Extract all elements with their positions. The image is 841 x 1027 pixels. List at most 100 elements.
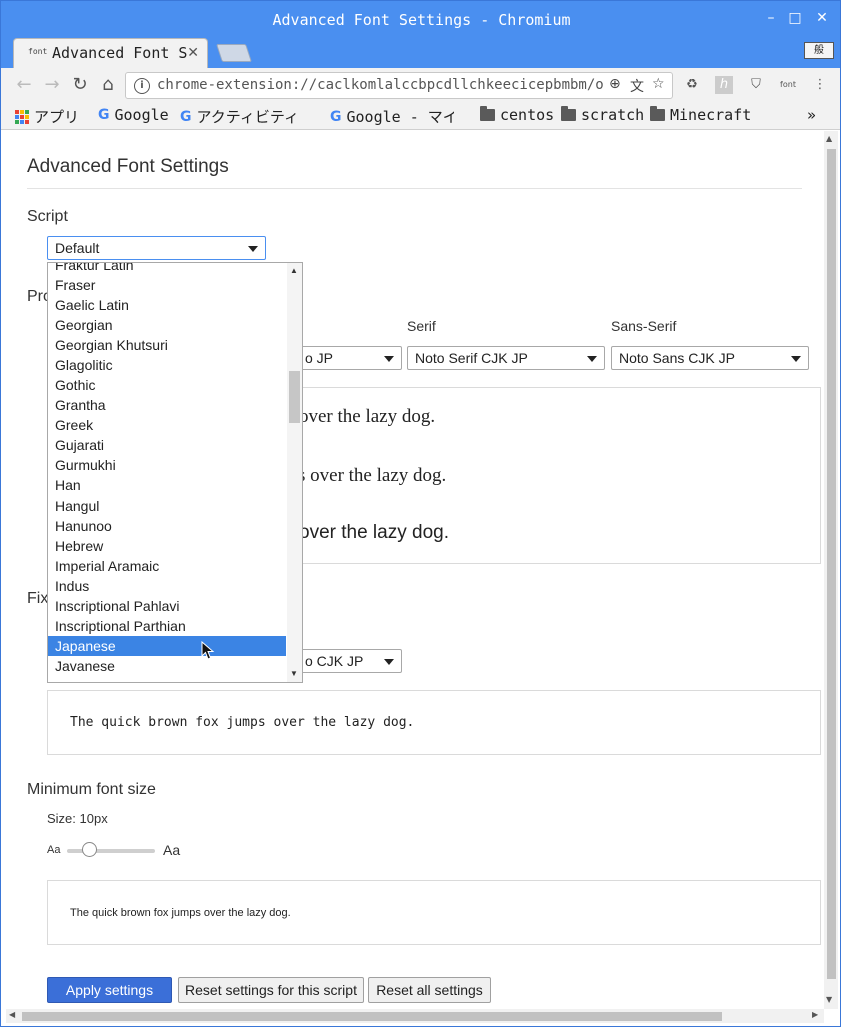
ime-indicator[interactable]: 般 <box>804 42 834 59</box>
dropdown-option[interactable]: Inscriptional Parthian <box>48 616 286 636</box>
dropdown-option[interactable]: Javanese <box>48 656 286 676</box>
bookmark-folder-minecraft[interactable]: Minecraft <box>650 106 751 124</box>
bookmark-folder-centos[interactable]: centos <box>480 106 554 124</box>
dropdown-option[interactable]: Greek <box>48 415 286 435</box>
bookmark-label: Google - マイ <box>346 108 455 126</box>
reset-all-button[interactable]: Reset all settings <box>368 977 491 1003</box>
folder-icon <box>650 106 665 121</box>
translate-icon[interactable]: 文 <box>630 76 644 96</box>
apply-settings-button[interactable]: Apply settings <box>47 977 172 1003</box>
dropdown-option[interactable]: Georgian <box>48 315 286 335</box>
script-select-value: Default <box>55 240 100 256</box>
dropdown-option[interactable]: Hangul <box>48 496 286 516</box>
sans-serif-sample-text: over the lazy dog. <box>299 522 449 543</box>
fixed-width-heading: Fix <box>27 590 49 607</box>
reload-icon[interactable]: ↻ <box>69 74 91 96</box>
home-icon[interactable]: ⌂ <box>97 74 119 96</box>
fixed-font-value: o CJK JP <box>305 653 364 669</box>
page-title: Advanced Font Settings <box>27 156 229 177</box>
dropdown-option[interactable]: Gothic <box>48 375 286 395</box>
dropdown-scroll-thumb[interactable] <box>289 371 300 423</box>
dropdown-option[interactable]: Hebrew <box>48 536 286 556</box>
bookmark-google[interactable]: G Google <box>98 106 169 124</box>
shield-extension-icon[interactable]: ⛉ <box>747 76 765 94</box>
min-font-sample-text: The quick brown fox jumps over the lazy … <box>70 907 291 919</box>
min-font-slider-thumb[interactable] <box>82 842 97 857</box>
menu-kebab-icon[interactable]: ⋮ <box>811 76 829 94</box>
bookmark-apps[interactable]: アプリ <box>15 106 79 127</box>
chevron-down-icon <box>587 356 597 362</box>
script-heading: Script <box>27 208 68 225</box>
info-icon[interactable]: i <box>134 78 150 94</box>
horizontal-scroll-thumb[interactable] <box>22 1012 722 1021</box>
chevron-down-icon <box>791 356 801 362</box>
sans-serif-font-select[interactable]: Noto Sans CJK JP <box>611 346 809 370</box>
font-extension-icon[interactable]: font <box>779 76 797 94</box>
recycle-extension-icon[interactable]: ♻ <box>683 76 701 94</box>
scroll-down-arrow-icon[interactable]: ▼ <box>290 669 298 678</box>
dropdown-scrollbar[interactable]: ▲ ▼ <box>287 263 302 682</box>
chevron-down-icon <box>384 659 394 665</box>
min-font-slider-track[interactable] <box>67 849 155 853</box>
scroll-left-arrow-icon[interactable]: ◀ <box>9 1010 15 1019</box>
bookmark-google-my[interactable]: G Google - マイ <box>330 106 454 127</box>
minimize-button[interactable]: – <box>763 10 779 26</box>
standard-sample-text: over the lazy dog. <box>299 406 436 427</box>
dropdown-option[interactable]: Inscriptional Pahlavi <box>48 596 286 616</box>
vertical-scroll-thumb[interactable] <box>827 149 836 979</box>
reset-script-button[interactable]: Reset settings for this script <box>178 977 364 1003</box>
title-bar[interactable]: Advanced Font Settings - Chromium – □ ✕ <box>1 1 840 38</box>
bookmark-star-icon[interactable]: ☆ <box>652 76 665 92</box>
min-font-size-label: Size: 10px <box>47 811 108 826</box>
dropdown-option[interactable]: Grantha <box>48 395 286 415</box>
dropdown-option[interactable]: Indus <box>48 576 286 596</box>
url-text[interactable]: chrome-extension://caclkomlalccbpcdllchk… <box>157 77 605 93</box>
browser-toolbar: ← → ↻ ⌂ i chrome-extension://caclkomlalc… <box>1 68 840 102</box>
window-title: Advanced Font Settings - Chromium <box>272 11 571 29</box>
bookmark-label: centos <box>500 106 555 124</box>
tab-close-icon[interactable]: ✕ <box>187 45 199 61</box>
dropdown-option-highlighted[interactable]: Japanese <box>48 636 286 656</box>
bookmark-activity[interactable]: G アクティビティ <box>180 106 316 127</box>
bookmark-folder-scratch[interactable]: scratch <box>561 106 644 124</box>
tab-advanced-font-settings[interactable]: font Advanced Font Se ✕ <box>13 38 208 68</box>
bookmarks-overflow-chevron-icon[interactable]: » <box>807 106 816 124</box>
scroll-right-arrow-icon[interactable]: ▶ <box>812 1010 818 1019</box>
dropdown-option[interactable]: Fraktur Latin <box>48 263 286 275</box>
zoom-icon[interactable]: ⊕ <box>609 76 621 92</box>
options-page: Advanced Font Settings Script Default Pr… <box>6 131 824 1009</box>
page-vertical-scrollbar[interactable]: ▲ ▼ <box>824 131 838 1009</box>
dropdown-option[interactable]: Gaelic Latin <box>48 295 286 315</box>
h-extension-icon[interactable]: h <box>715 76 733 94</box>
chevron-down-icon <box>384 356 394 362</box>
address-bar[interactable]: i chrome-extension://caclkomlalccbpcdllc… <box>125 72 673 99</box>
dropdown-option[interactable]: Georgian Khutsuri <box>48 335 286 355</box>
bookmark-label: scratch <box>581 106 645 124</box>
dropdown-option[interactable]: Gujarati <box>48 435 286 455</box>
serif-font-value: Noto Serif CJK JP <box>415 350 528 366</box>
new-tab-button[interactable] <box>216 44 252 62</box>
dropdown-option[interactable]: Fraser <box>48 275 286 295</box>
close-button[interactable]: ✕ <box>814 10 830 26</box>
page-horizontal-scrollbar[interactable]: ◀ ▶ <box>6 1009 824 1023</box>
dropdown-option[interactable]: Han <box>48 475 286 495</box>
scroll-up-arrow-icon[interactable]: ▲ <box>826 134 832 143</box>
scroll-down-arrow-icon[interactable]: ▼ <box>826 995 832 1004</box>
google-icon: G <box>98 107 110 123</box>
serif-sample-text: s over the lazy dog. <box>298 465 447 486</box>
maximize-button[interactable]: □ <box>787 10 803 26</box>
google-icon: G <box>330 108 342 125</box>
dropdown-option[interactable]: Gurmukhi <box>48 455 286 475</box>
serif-font-select[interactable]: Noto Serif CJK JP <box>407 346 605 370</box>
fixed-sample-box: The quick brown fox jumps over the lazy … <box>47 690 821 755</box>
dropdown-option[interactable]: Glagolitic <box>48 355 286 375</box>
script-dropdown-list[interactable]: Fraktur Latin Fraser Gaelic Latin Georgi… <box>47 262 303 683</box>
dropdown-option[interactable]: Imperial Aramaic <box>48 556 286 576</box>
back-arrow-icon[interactable]: ← <box>13 74 35 96</box>
min-font-heading: Minimum font size <box>27 781 156 798</box>
script-select[interactable]: Default <box>47 236 266 260</box>
fixed-sample-text: The quick brown fox jumps over the lazy … <box>70 715 415 730</box>
dropdown-option[interactable]: Hanunoo <box>48 516 286 536</box>
scroll-up-arrow-icon[interactable]: ▲ <box>290 266 298 275</box>
forward-arrow-icon[interactable]: → <box>41 74 63 96</box>
